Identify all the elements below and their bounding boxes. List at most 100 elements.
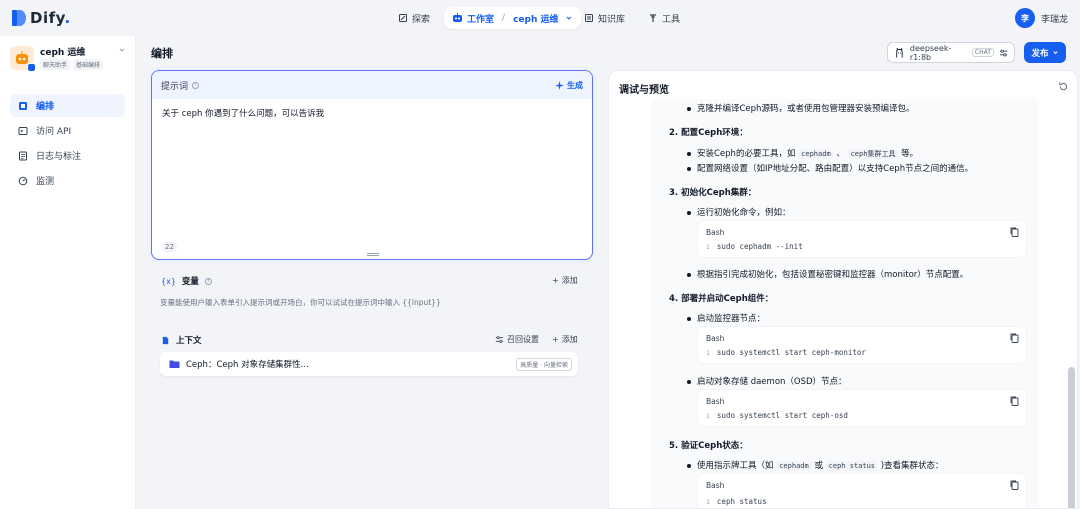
add-variable-label: 添加 <box>561 276 578 285</box>
code-text: sudo systemctl start ceph-monitor <box>716 348 866 357</box>
dataset-item[interactable]: Ceph：Ceph 对象存储集群性... 高质量 · 向量检索 <box>160 352 578 376</box>
sparkle-icon <box>555 80 564 90</box>
scrollbar[interactable] <box>1068 107 1075 508</box>
prompt-textarea[interactable]: 关于 ceph 你遇到了什么问题，可以告诉我 <box>152 99 592 127</box>
nav-knowledge[interactable]: 知识库 <box>576 7 633 29</box>
copy-icon[interactable] <box>1010 480 1019 490</box>
chevron-down-icon[interactable] <box>565 14 573 22</box>
sidebar-item-label: 编排 <box>36 102 55 112</box>
user-name[interactable]: 李瑞龙 <box>1041 12 1068 25</box>
step5-heading: 5. 验证Ceph状态： <box>669 441 748 451</box>
debug-preview-panel: 调试与预览 克隆并编译Ceph源码，或者使用包管理器安装预编译包。 2. 配置C… <box>608 70 1078 509</box>
line-number: 1 <box>706 412 710 420</box>
dashboard-icon <box>18 176 28 185</box>
help-icon[interactable]: ? <box>192 81 200 89</box>
nav-explore[interactable]: 探索 <box>390 7 438 29</box>
copy-icon[interactable] <box>1010 333 1019 343</box>
step2-bullet-a: 安装Ceph的必要工具，如 cephadm 、 ceph集群工具 等。 <box>697 147 918 159</box>
step5-bullet-a: 使用指示牌工具（如 cephadm 或 ceph status )查看集群状态： <box>697 459 944 471</box>
variables-title: 变量 <box>181 277 199 287</box>
sidebar-item-logs[interactable]: 日志与标注 <box>10 144 125 167</box>
sidebar-item-label: 日志与标注 <box>36 152 82 162</box>
settings-sliders-icon[interactable] <box>999 48 1008 58</box>
app-name: ceph 运维 <box>40 48 86 58</box>
step3-bullet-a: 运行初始化命令，例如： <box>697 208 791 218</box>
sidebar-nav: 编排 访问 API 日志与标注 监测 <box>10 94 125 194</box>
help-icon[interactable]: ? <box>204 277 212 285</box>
dataset-index-badge: 高质量 · 向量检索 <box>516 358 572 371</box>
scrollbar-thumb[interactable] <box>1068 367 1075 508</box>
bullet-dot <box>687 380 691 384</box>
prompt-title: 提示词 ? <box>161 79 200 92</box>
variables-panel: {x} 变量 ? + 添加 变量能使用户输入表单引入提示词或开场白，你可以试试在… <box>151 265 593 317</box>
step3-bullet-b: 根据指引完成初始化，包括设置秘密键和监控器（monitor）节点配置。 <box>697 270 969 280</box>
tools-icon <box>650 14 656 22</box>
folder-icon <box>169 360 180 368</box>
code-language: Bash <box>706 228 725 237</box>
add-context-button[interactable]: + 添加 <box>552 334 578 345</box>
bullet-dot <box>687 152 691 156</box>
page-title: 编排 <box>151 47 173 60</box>
inline-code: ceph集群工具 <box>847 149 899 159</box>
generate-label: 生成 <box>567 80 583 90</box>
bullet-dot <box>687 273 691 277</box>
nav-studio-label: 工作室 <box>467 14 495 25</box>
text-span: 、 <box>836 149 845 159</box>
sidebar-item-orchestrate[interactable]: 编排 <box>10 94 125 117</box>
recall-settings-label: 召回设置 <box>507 335 539 344</box>
user-menu[interactable]: 李 李瑞龙 <box>1014 8 1068 28</box>
explore-icon <box>399 14 407 22</box>
nav-knowledge-label: 知识库 <box>598 14 626 25</box>
step4-bullet-b: 启动对象存储 daemon（OSD）节点： <box>697 377 847 387</box>
copy-icon[interactable] <box>1010 227 1019 237</box>
dataset-name: Ceph：Ceph 对象存储集群性... <box>186 360 309 370</box>
publish-label: 发布 <box>1031 48 1049 59</box>
code-line: 1 sudo systemctl start ceph-monitor <box>706 348 866 357</box>
file-list-icon <box>19 151 27 160</box>
inline-code: ceph status <box>825 461 879 471</box>
model-name: deepseek-r1:8b <box>909 43 952 62</box>
nav-studio[interactable]: 工作室 / ceph 运维 <box>444 7 581 29</box>
nav-separator: / <box>502 13 506 23</box>
refresh-icon[interactable] <box>1058 81 1069 92</box>
sidebar-item-monitor[interactable]: 监测 <box>10 169 125 192</box>
model-selector[interactable]: deepseek-r1:8b CHAT <box>887 42 1015 63</box>
text-span: )查看集群状态： <box>880 461 944 471</box>
nav-tools-label: 工具 <box>662 14 681 25</box>
robot-icon <box>453 13 462 22</box>
add-variable-button[interactable]: + 添加 <box>552 275 578 286</box>
variables-header: {x} 变量 ? <box>161 275 212 287</box>
inline-code: cephadm <box>798 149 834 159</box>
avatar[interactable]: 李 <box>1014 8 1035 28</box>
dify-logo[interactable]: Dify. <box>12 9 71 27</box>
document-icon <box>162 336 169 344</box>
chevron-down-icon[interactable] <box>118 46 126 54</box>
plus-icon: + <box>552 335 559 344</box>
code-text: sudo systemctl start ceph-osd <box>716 411 848 420</box>
app-type-tag: 聊天助手 <box>40 59 71 70</box>
app-switcher[interactable]: ceph 运维 聊天助手 基础编排 <box>10 44 126 74</box>
inline-code: cephadm <box>776 461 812 471</box>
prompt-char-count: 22 <box>162 242 177 252</box>
plus-icon: + <box>552 276 559 285</box>
context-title: 上下文 <box>176 336 202 346</box>
app-avatar-icon <box>10 46 36 72</box>
text-span: 使用指示牌工具（如 <box>697 461 774 471</box>
bullet-dot <box>687 107 691 111</box>
copy-icon[interactable] <box>1010 396 1019 406</box>
code-block: Bash 1 sudo cephadm --init <box>697 220 1027 258</box>
nav-current-app[interactable]: ceph 运维 <box>513 12 558 25</box>
step1-bullet-text: 克隆并编译Ceph源码，或者使用包管理器安装预编译包。 <box>697 104 915 114</box>
sidebar-item-api[interactable]: 访问 API <box>10 119 125 142</box>
code-block: Bash 1 ceph status <box>697 473 1027 508</box>
add-context-label: 添加 <box>561 335 578 344</box>
resize-handle[interactable] <box>367 253 379 256</box>
sidebar-item-label: 监测 <box>36 177 55 187</box>
generate-button[interactable]: 生成 <box>555 80 583 91</box>
nav-tools[interactable]: 工具 <box>640 7 688 29</box>
bullet-dot <box>687 167 691 171</box>
prompt-header: 提示词 ? 生成 <box>152 71 592 99</box>
publish-button[interactable]: 发布 <box>1024 42 1066 63</box>
recall-settings-button[interactable]: 召回设置 <box>495 334 539 345</box>
sidebar-item-label: 访问 API <box>36 127 72 137</box>
